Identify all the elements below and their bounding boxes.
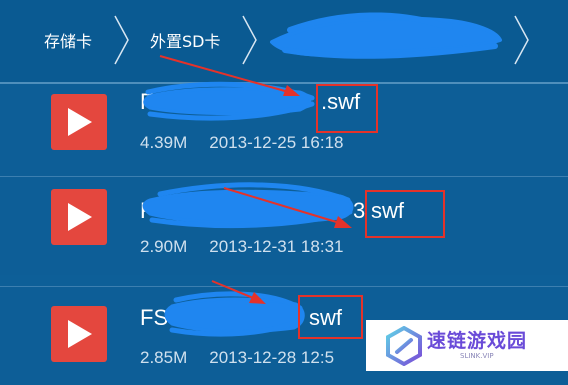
watermark-title: 速链游戏园: [427, 330, 528, 352]
highlight-box: [298, 295, 363, 339]
watermark-logo-icon: [386, 326, 422, 366]
redaction-scribble: [142, 12, 502, 337]
watermark-subtitle: SLINK.VIP: [460, 352, 494, 360]
highlight-box: [316, 84, 378, 133]
watermark: 速链游戏园 SLINK.VIP: [366, 320, 568, 371]
highlight-box: [365, 190, 445, 238]
annotation-overlay: [142, 12, 502, 337]
